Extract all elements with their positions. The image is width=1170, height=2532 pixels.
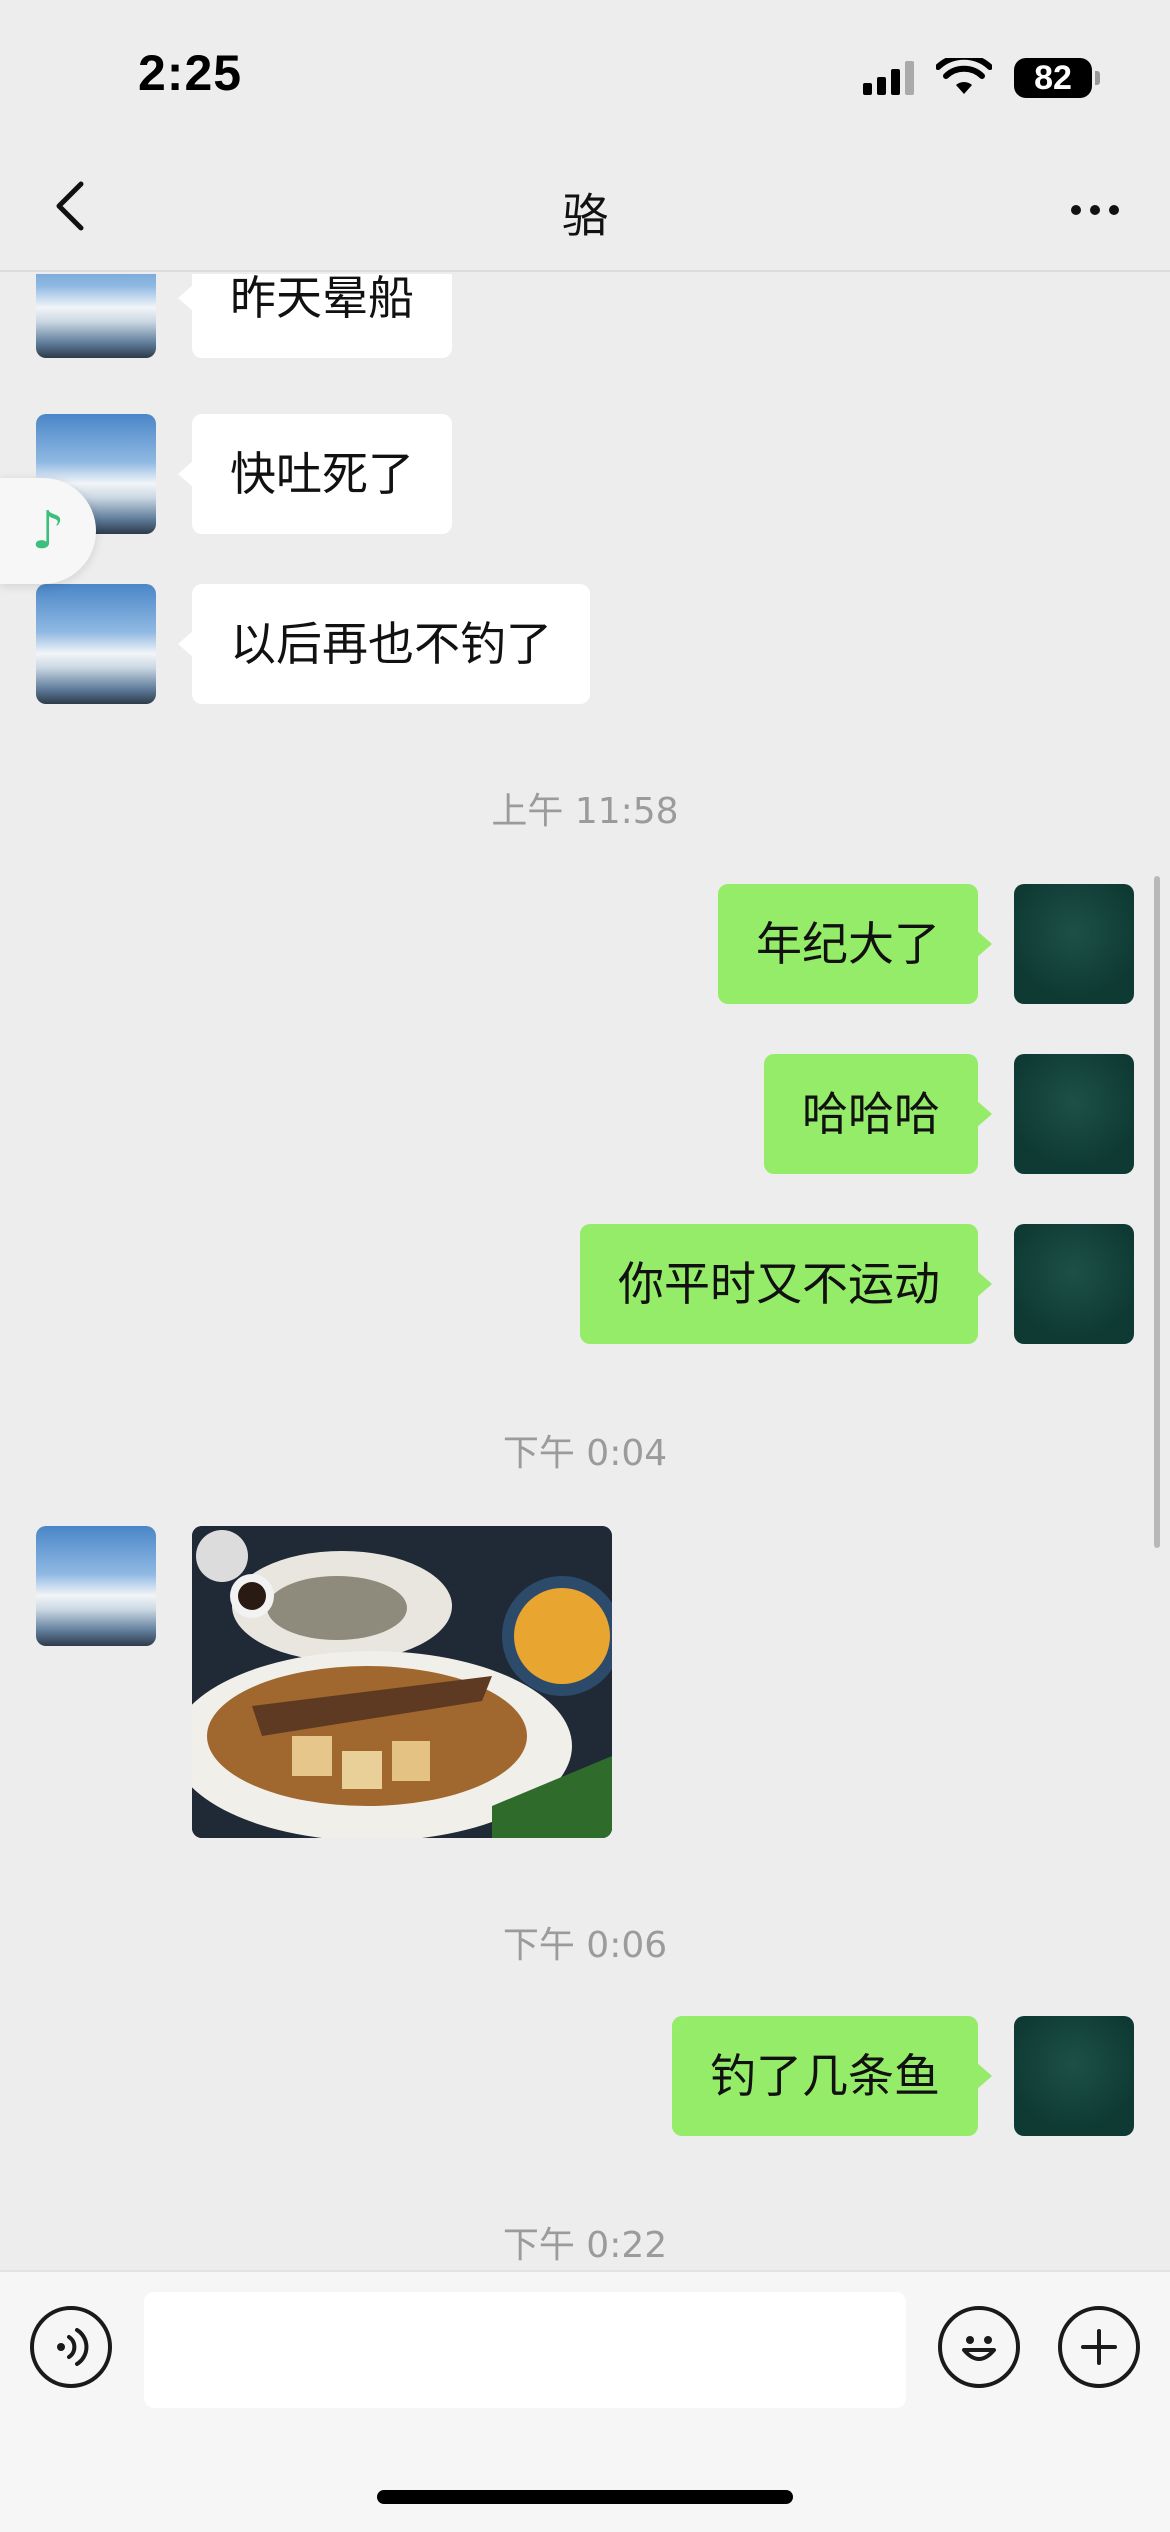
message-row: 你平时又不运动: [0, 1224, 1170, 1344]
contact-avatar[interactable]: [36, 274, 156, 358]
more-functions-button[interactable]: [1058, 2306, 1140, 2388]
more-dot-icon: [1090, 205, 1100, 215]
battery-level: 82: [1034, 58, 1072, 97]
smiley-icon: [962, 2336, 996, 2361]
self-avatar[interactable]: [1014, 2016, 1134, 2136]
message-bubble[interactable]: 你平时又不运动: [580, 1224, 992, 1344]
message-row: 哈哈哈: [0, 1054, 1170, 1174]
battery-icon: 82: [1014, 58, 1100, 98]
message-row: 以后再也不钓了: [0, 584, 1170, 704]
message-row: [0, 1526, 1170, 1838]
more-dot-icon: [1071, 205, 1081, 215]
nav-bar: 骆: [0, 150, 1170, 272]
timestamp: 下午 0:22: [502, 2225, 668, 2266]
plus-icon: [1081, 2329, 1117, 2365]
message-bubble[interactable]: 昨天晕船: [178, 274, 452, 358]
message-bubble[interactable]: 哈哈哈: [764, 1054, 992, 1174]
self-avatar[interactable]: [1014, 1054, 1134, 1174]
message-row: 昨天晕船: [0, 274, 1170, 358]
voice-icon: [57, 2328, 89, 2366]
food-photo-image: [192, 1526, 612, 1838]
voice-input-button[interactable]: [30, 2306, 112, 2388]
message-input[interactable]: [144, 2292, 906, 2408]
more-options-button[interactable]: [1060, 180, 1130, 240]
chat-scrollbar[interactable]: [1154, 876, 1160, 1548]
contact-avatar[interactable]: [36, 1526, 156, 1646]
message-bubble[interactable]: 以后再也不钓了: [178, 584, 590, 704]
cellular-signal-icon: [863, 61, 914, 95]
input-bar: [0, 2270, 1170, 2532]
music-note-icon: ♪: [31, 501, 65, 561]
message-bubble[interactable]: 钓了几条鱼: [672, 2016, 992, 2136]
home-indicator[interactable]: [377, 2490, 793, 2504]
message-row: 钓了几条鱼: [0, 2016, 1170, 2136]
food-photo[interactable]: [192, 1526, 612, 1838]
chat-area[interactable]: 昨天晕船 快吐死了 以后再也不钓了 上午 11:58 年纪大了 哈哈哈 你平时又…: [0, 274, 1170, 2270]
message-bubble[interactable]: 年纪大了: [718, 884, 992, 1004]
status-bar: 2:25 82: [0, 0, 1170, 150]
more-dot-icon: [1109, 205, 1119, 215]
timestamp: 下午 0:04: [502, 1433, 668, 1474]
self-avatar[interactable]: [1014, 1224, 1134, 1344]
status-icons: 82: [863, 58, 1100, 98]
chat-title: 骆: [562, 189, 608, 243]
emoji-button[interactable]: [938, 2306, 1020, 2388]
wifi-icon: [936, 58, 992, 94]
message-row: 快吐死了: [0, 414, 1170, 534]
message-bubble[interactable]: 快吐死了: [178, 414, 452, 534]
timestamp: 上午 11:58: [491, 791, 679, 832]
status-time: 2:25: [138, 45, 243, 101]
contact-avatar[interactable]: [36, 584, 156, 704]
self-avatar[interactable]: [1014, 884, 1134, 1004]
timestamp: 下午 0:06: [502, 1925, 668, 1966]
message-row: 年纪大了: [0, 884, 1170, 1004]
